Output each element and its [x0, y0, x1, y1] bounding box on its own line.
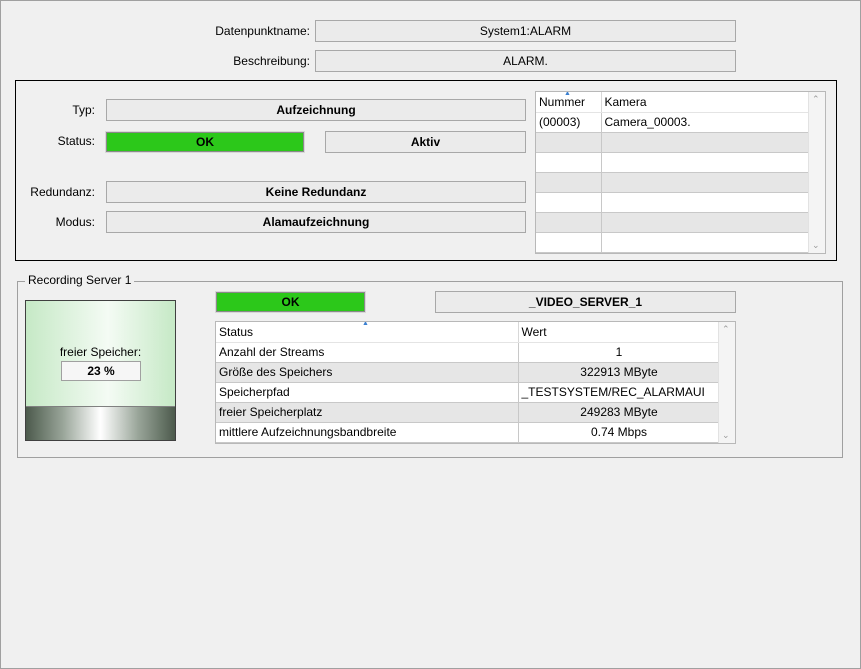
dp-name-label: Datenpunktname:	[215, 24, 310, 38]
redundancy-field: Keine Redundanz	[106, 181, 526, 203]
table-row[interactable]: freier Speicherplatz 249283 MByte	[216, 402, 721, 423]
dp-name-field: System1:ALARM	[315, 20, 736, 42]
type-field: Aufzeichnung	[106, 99, 526, 121]
table-cell: Speicherpfad	[216, 382, 519, 403]
mode-label: Modus:	[55, 215, 95, 229]
server-name-field: _VIDEO_SERVER_1	[435, 291, 736, 313]
column-header-kamera[interactable]: Kamera	[601, 92, 811, 113]
status-label: Status:	[57, 134, 95, 148]
empty-table-row[interactable]	[536, 152, 811, 173]
table-cell: Größe des Speichers	[216, 362, 519, 383]
table-cell: _TESTSYSTEM/REC_ALARMAUI	[518, 382, 721, 403]
camera-table[interactable]: ▲ Nummer Kamera (00003) Camera_00003. ⌃ …	[535, 91, 826, 254]
empty-table-row[interactable]	[536, 132, 811, 153]
type-label: Typ:	[72, 103, 95, 117]
recording-server-title: Recording Server 1	[25, 273, 135, 287]
table-cell: (00003)	[536, 112, 602, 133]
active-status-field: Aktiv	[325, 131, 526, 153]
table-cell: 322913 MByte	[518, 362, 721, 383]
table-row[interactable]: mittlere Aufzeichnungsbandbreite 0.74 Mb…	[216, 422, 721, 443]
server-table-scrollbar[interactable]: ⌃ ⌄	[718, 322, 735, 443]
empty-table-row[interactable]	[536, 232, 811, 253]
storage-level-bar	[26, 406, 175, 440]
empty-table-row[interactable]	[536, 172, 811, 193]
table-cell: 1	[518, 342, 721, 363]
table-row[interactable]: Größe des Speichers 322913 MByte	[216, 362, 721, 383]
table-cell: Camera_00003.	[601, 112, 811, 133]
scroll-down-icon[interactable]: ⌄	[812, 240, 820, 251]
description-label: Beschreibung:	[233, 54, 310, 68]
scroll-down-icon[interactable]: ⌄	[722, 430, 730, 441]
table-cell: 249283 MByte	[518, 402, 721, 423]
column-header-status[interactable]: ▲ Status	[216, 322, 519, 343]
storage-percent: 23 %	[61, 361, 141, 381]
mode-field: Alamaufzeichnung	[106, 211, 526, 233]
storage-label: freier Speicher:	[59, 345, 142, 359]
table-row[interactable]: (00003) Camera_00003.	[536, 112, 811, 133]
redundancy-label: Redundanz:	[30, 185, 95, 199]
table-row[interactable]: Speicherpfad _TESTSYSTEM/REC_ALARMAUI	[216, 382, 721, 403]
table-cell: mittlere Aufzeichnungsbandbreite	[216, 422, 519, 443]
empty-table-row[interactable]	[536, 192, 811, 213]
storage-gauge: freier Speicher: 23 %	[25, 300, 176, 441]
server-status-ok-indicator: OK	[215, 291, 366, 313]
server-status-table[interactable]: ▲ Status Wert Anzahl der Streams 1 Größe…	[215, 321, 736, 444]
table-row[interactable]: Anzahl der Streams 1	[216, 342, 721, 363]
status-ok-indicator: OK	[105, 131, 305, 153]
table-cell: Anzahl der Streams	[216, 342, 519, 363]
sort-ascending-icon: ▲	[564, 92, 571, 97]
column-header-wert[interactable]: Wert	[518, 322, 721, 343]
table-cell: 0.74 Mbps	[518, 422, 721, 443]
sort-ascending-icon: ▲	[362, 322, 369, 327]
table-cell: freier Speicherplatz	[216, 402, 519, 423]
description-field: ALARM.	[315, 50, 736, 72]
scroll-up-icon[interactable]: ⌃	[722, 324, 730, 335]
scroll-up-icon[interactable]: ⌃	[812, 94, 820, 105]
empty-table-row[interactable]	[536, 212, 811, 233]
camera-table-scrollbar[interactable]: ⌃ ⌄	[808, 92, 825, 253]
column-header-nummer[interactable]: ▲ Nummer	[536, 92, 602, 113]
